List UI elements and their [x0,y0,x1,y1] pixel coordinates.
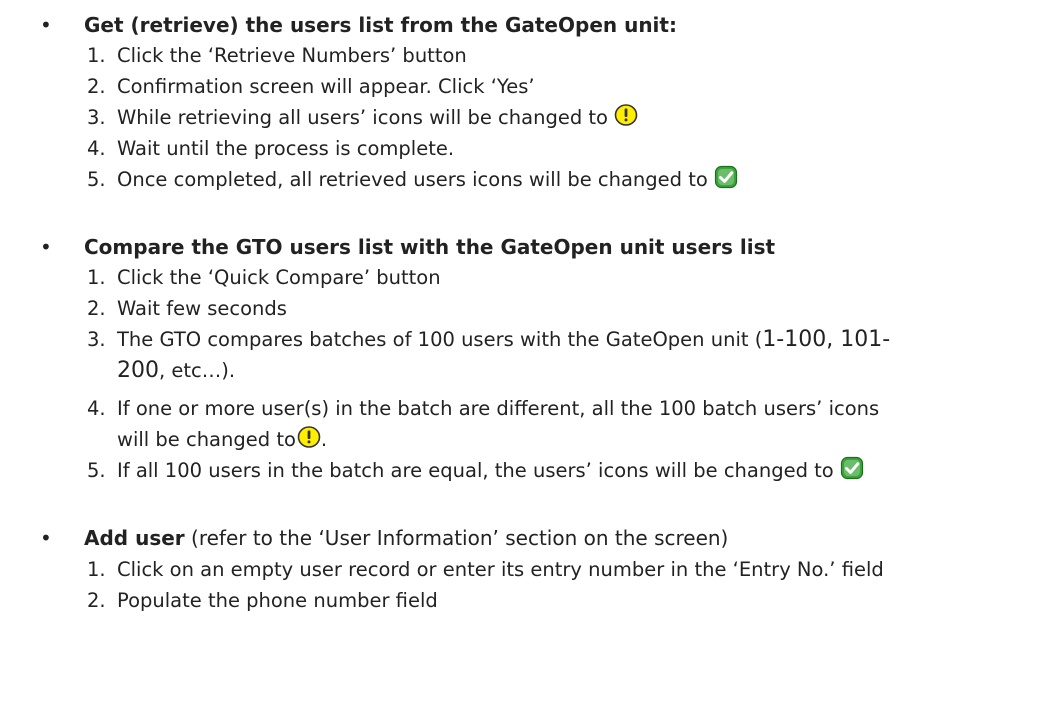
list-item: 4. Wait until the process is complete. [87,133,454,164]
step-number: 4. [87,397,106,420]
step-text: The GTO compares batches of 100 users wi… [117,327,891,383]
step-number: 2. [87,75,106,98]
step-number: 4. [87,137,106,160]
section-3-heading: • Add user (refer to the ‘User Informatio… [40,523,728,553]
list-item: 1. Click the ‘Retrieve Numbers’ button [87,40,467,71]
list-item: 1. Click on an empty user record or enter… [87,554,884,585]
warning-icon [614,103,638,127]
section-3-subtitle: (refer to the ‘User Information’ section… [184,526,729,550]
step-text: Wait few seconds [117,297,287,320]
list-item: 3. While retrieving all users’ icons will… [87,102,638,133]
list-item: 2. Populate the phone number field [87,585,438,616]
list-item: 4. If one or more user(s) in the batch a… [87,393,987,455]
step-text: Click the ‘Quick Compare’ button [117,266,441,289]
step-text: Confirmation screen will appear. Click ‘… [117,75,535,98]
section-1-heading: • Get (retrieve) the users list from the … [40,10,677,40]
step-text: While retrieving all users’ icons will b… [117,106,608,129]
document-page: • Get (retrieve) the users list from the … [0,0,1041,720]
list-item: 1. Click the ‘Quick Compare’ button [87,262,441,293]
step-text: Click the ‘Retrieve Numbers’ button [117,44,467,67]
bullet: • [40,235,52,259]
section-2-heading: • Compare the GTO users list with the Gat… [40,232,775,262]
step-number: 1. [87,44,106,67]
section-1-title: Get (retrieve) the users list from the G… [84,13,677,37]
step-number: 5. [87,168,106,191]
list-item: 2. Wait few seconds [87,293,287,324]
step-text: Click on an empty user record or enter i… [117,558,884,581]
list-item: 2. Confirmation screen will appear. Click… [87,71,535,102]
section-3-title: Add user [84,526,185,550]
list-item: 3. The GTO compares batches of 100 users… [87,324,987,386]
step-number: 2. [87,589,106,612]
warning-icon [297,425,321,449]
bullet: • [40,13,52,37]
step-text: Wait until the process is complete. [117,137,455,160]
step-number: 2. [87,297,106,320]
step-number: 3. [87,328,106,351]
step-number: 5. [87,459,106,482]
check-icon [840,456,864,480]
step-number: 1. [87,266,106,289]
step-text: Once completed, all retrieved users icon… [117,168,708,191]
step-number: 1. [87,558,106,581]
step-number: 3. [87,106,106,129]
list-item: 5. If all 100 users in the batch are equa… [87,455,864,486]
step-text: If all 100 users in the batch are equal,… [117,459,834,482]
section-2-title: Compare the GTO users list with the Gate… [84,235,776,259]
bullet: • [40,526,52,550]
step-text: Populate the phone number field [117,589,438,612]
step-text: If one or more user(s) in the batch are … [117,397,880,451]
list-item: 5. Once completed, all retrieved users ic… [87,164,738,195]
check-icon [714,165,738,189]
